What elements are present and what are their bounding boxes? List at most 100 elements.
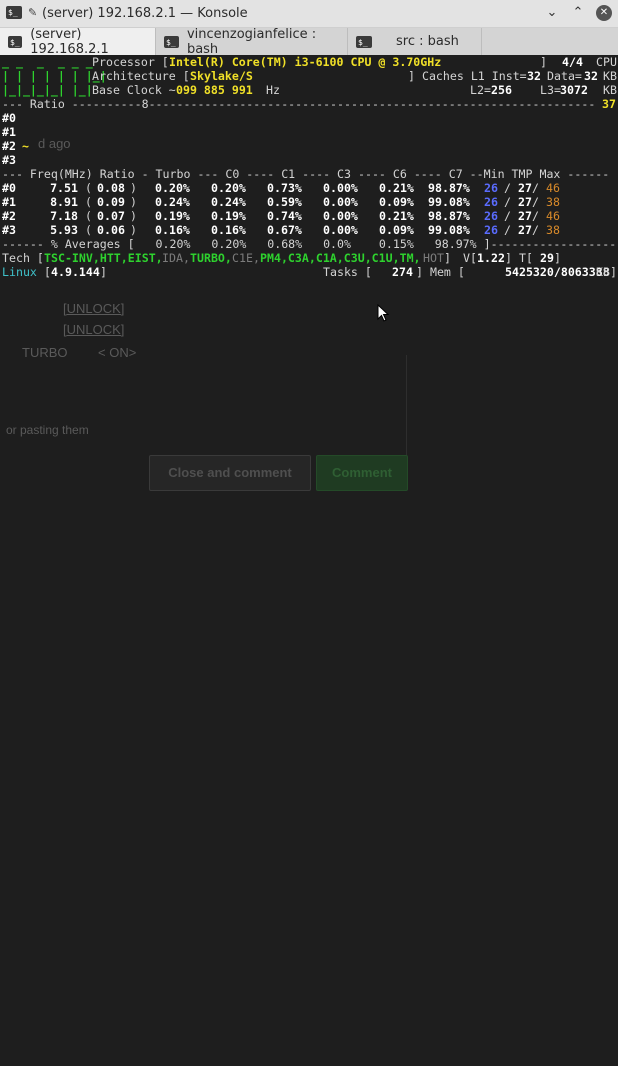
separator: / <box>504 181 511 195</box>
maximize-button[interactable]: ⌃ <box>570 5 586 21</box>
cell-id: #2 <box>2 209 16 223</box>
core-id-3: #3 <box>2 153 16 167</box>
cell-freq: 5.93 <box>50 223 78 237</box>
terminal-icon: $_ <box>8 35 23 48</box>
cell-freq: 8.91 <box>50 195 78 209</box>
temp-label: ] T[ <box>505 251 533 265</box>
separator: ) <box>130 209 137 223</box>
kb-unit: KB <box>603 69 617 83</box>
temp-value: 29 <box>540 251 554 265</box>
ratio-max: 37 <box>602 97 616 111</box>
tab-vincenzogianfelice[interactable]: $_ vincenzogianfelice : bash <box>156 26 348 57</box>
mem-label: ] Mem [ <box>416 265 465 279</box>
cell-max: 38 <box>546 223 560 237</box>
core-id-0: #0 <box>2 111 16 125</box>
cell-c0: 0.24% <box>211 195 246 209</box>
core-2-marker: ~ <box>22 139 29 153</box>
terminal-icon: $_ <box>164 35 179 48</box>
averages-line: ------ % Averages [ 0.20% 0.20% 0.68% 0.… <box>2 237 616 251</box>
tab-src[interactable]: $_ src : bash <box>348 28 482 55</box>
ghost-ago: d ago <box>38 136 71 151</box>
cell-max: 46 <box>546 181 560 195</box>
cell-tmp: 27 <box>518 181 532 195</box>
cell-c3: 0.00% <box>323 195 358 209</box>
ghost-comment-button: Comment <box>316 455 408 491</box>
l1-data: 32 <box>584 69 598 83</box>
mem-value: 5425320/8063388 <box>505 265 610 279</box>
separator: / <box>504 223 511 237</box>
temp-close: ] <box>554 251 561 265</box>
cell-c0: 0.19% <box>211 209 246 223</box>
close-button[interactable]: ✕ <box>596 5 612 21</box>
cell-id: #1 <box>2 195 16 209</box>
separator: ( <box>85 181 92 195</box>
cell-c1: 0.73% <box>267 181 302 195</box>
ghost-scrollbar <box>398 355 407 465</box>
tab-server[interactable]: $_ (server) 192.168.2.1 <box>0 26 156 57</box>
tech-flag-c1e: C1E, <box>232 251 260 265</box>
core-id-1: #1 <box>2 125 16 139</box>
tab-bar: $_ (server) 192.168.2.1 $_ vincenzogianf… <box>0 26 618 57</box>
tech-flag-ida: IDA, <box>162 251 190 265</box>
l2-value: 256 <box>491 83 512 97</box>
tech-flags-on: TSC-INV,HTT,EIST, <box>44 251 163 265</box>
tech-flag-turbo: TURBO, <box>190 251 232 265</box>
separator: / <box>504 209 511 223</box>
cell-c6: 0.21% <box>379 181 414 195</box>
os-label: Linux <box>2 265 37 279</box>
cell-c6: 0.21% <box>379 209 414 223</box>
window-title: (server) 192.168.2.1 — Konsole <box>42 6 248 21</box>
data-label: Data= <box>547 69 582 83</box>
cell-ratio: 0.07 <box>97 209 125 223</box>
l1-inst: 32 <box>527 69 541 83</box>
cell-min: 26 <box>484 223 498 237</box>
separator: ( <box>85 223 92 237</box>
separator: ) <box>130 195 137 209</box>
cell-c1: 0.74% <box>267 209 302 223</box>
terminal-view[interactable]: d ago [UNLOCK] [UNLOCK] TURBO < ON> or p… <box>0 55 618 533</box>
cell-freq: 7.18 <box>50 209 78 223</box>
ghost-paste: or pasting them <box>6 423 89 437</box>
cell-c7: 98.87% <box>428 181 470 195</box>
separator: / <box>532 209 539 223</box>
mouse-pointer-icon <box>338 290 389 338</box>
pin-icon[interactable]: ✎ <box>28 6 37 19</box>
voltage-value: 1.22 <box>477 251 505 265</box>
separator: / <box>532 223 539 237</box>
cell-c6: 0.09% <box>379 223 414 237</box>
tech-close: ] <box>444 251 451 265</box>
tab-label: (server) 192.168.2.1 <box>30 26 109 57</box>
tech-flag-hot: HOT <box>423 251 444 265</box>
terminal-icon: $_ <box>356 35 372 48</box>
cell-c3: 0.00% <box>323 181 358 195</box>
hz-unit: Hz <box>266 83 280 97</box>
tech-label: Tech [ <box>2 251 44 265</box>
cell-ratio: 0.06 <box>97 223 125 237</box>
tab-label: vincenzogianfelice : bash <box>186 26 317 57</box>
arch-value: Skylake/S <box>190 69 253 83</box>
kb-unit-2: KB <box>603 83 617 97</box>
logo-line-1: _ _ _ _ _ _ <box>2 55 93 69</box>
mem-unit: KB] <box>596 265 617 279</box>
cell-max: 38 <box>546 195 560 209</box>
cell-min: 26 <box>484 181 498 195</box>
cell-turbo: 0.24% <box>155 195 190 209</box>
processor-label: Processor [ <box>92 55 169 69</box>
minimize-button[interactable]: ⌄ <box>544 5 560 21</box>
cell-c3: 0.00% <box>323 223 358 237</box>
cell-max: 46 <box>546 209 560 223</box>
ghost-unlock-2: [UNLOCK] <box>63 322 125 337</box>
cell-ratio: 0.08 <box>97 181 125 195</box>
cell-ratio: 0.09 <box>97 195 125 209</box>
konsole-icon: $_ <box>6 6 22 19</box>
separator: ) <box>130 223 137 237</box>
cell-id: #3 <box>2 223 16 237</box>
voltage-label: V[ <box>463 251 477 265</box>
logo-line-3: |_|_|_|_| |_| <box>2 83 93 97</box>
cell-tmp: 27 <box>518 195 532 209</box>
cell-freq: 7.51 <box>50 181 78 195</box>
base-clock-value: 099 885 991 <box>176 83 253 97</box>
ghost-turbo: TURBO <box>22 345 68 360</box>
cell-turbo: 0.16% <box>155 223 190 237</box>
arch-label: Architecture [ <box>92 69 190 83</box>
